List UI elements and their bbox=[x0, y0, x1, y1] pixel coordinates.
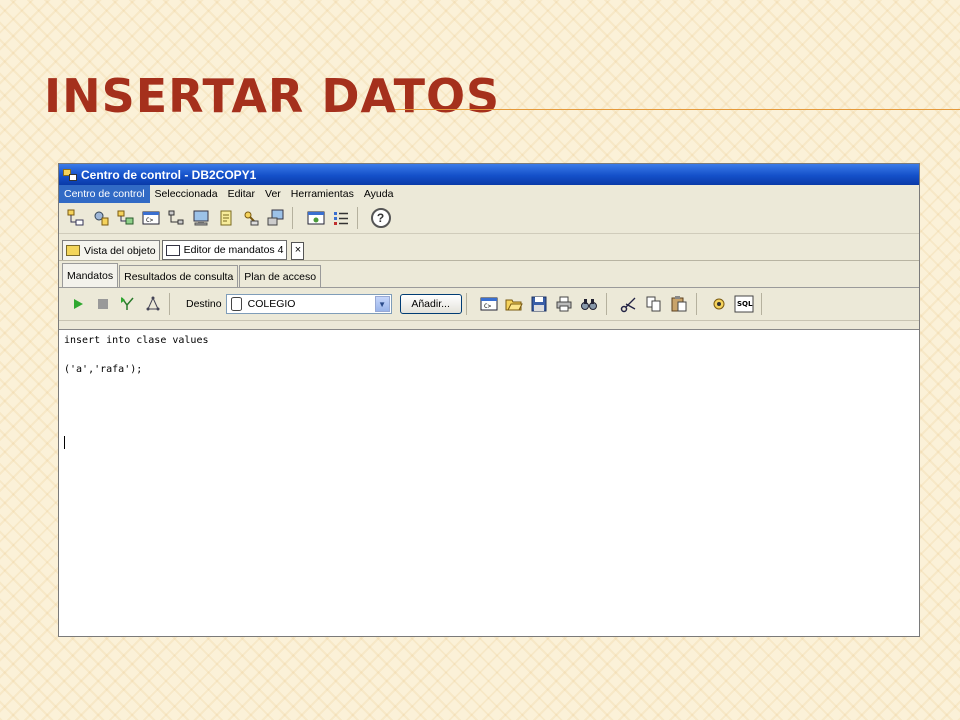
sql-assist-icon[interactable]: SQL bbox=[734, 294, 754, 314]
access-plan-icon[interactable] bbox=[143, 294, 163, 314]
db2-app-icon bbox=[63, 168, 77, 181]
object-tree-icon[interactable] bbox=[66, 208, 86, 228]
monitor-icon[interactable] bbox=[191, 208, 211, 228]
print-icon[interactable] bbox=[554, 294, 574, 314]
license-icon[interactable] bbox=[241, 208, 261, 228]
menu-bar: Centro de control Seleccionada Editar Ve… bbox=[59, 185, 919, 203]
save-icon[interactable] bbox=[529, 294, 549, 314]
menu-selected[interactable]: Seleccionada bbox=[150, 185, 223, 203]
run-icon[interactable] bbox=[68, 294, 88, 314]
stop-icon[interactable] bbox=[93, 294, 113, 314]
menu-view[interactable]: Ver bbox=[260, 185, 286, 203]
settings-icon[interactable] bbox=[709, 294, 729, 314]
window-titlebar[interactable]: Centro de control - DB2COPY1 bbox=[59, 164, 919, 185]
add-button[interactable]: Añadir... bbox=[399, 294, 462, 314]
tab-access-plan[interactable]: Plan de acceso bbox=[239, 265, 322, 287]
text-caret bbox=[64, 436, 65, 449]
tab-object-view[interactable]: Vista del objeto bbox=[62, 240, 160, 260]
toolbar-separator bbox=[357, 207, 364, 229]
window-title: Centro de control - DB2COPY1 bbox=[81, 167, 257, 182]
menu-control-center[interactable]: Centro de control bbox=[59, 185, 150, 203]
close-tab-button[interactable]: × bbox=[291, 242, 305, 260]
command-toolbar: Destino COLEGIO ▼ Añadir... C> SQL bbox=[59, 288, 919, 321]
systems-icon[interactable] bbox=[116, 208, 136, 228]
clear-icon[interactable]: C> bbox=[479, 294, 499, 314]
sql-badge-text: SQL bbox=[737, 300, 753, 308]
menu-help[interactable]: Ayuda bbox=[359, 185, 399, 203]
folder-icon bbox=[66, 245, 80, 256]
editor-line-1: insert into clase values bbox=[64, 335, 209, 346]
explain-icon[interactable] bbox=[118, 294, 138, 314]
tab-commands[interactable]: Mandatos bbox=[62, 263, 119, 287]
toolbar-separator bbox=[695, 293, 703, 315]
target-dropdown[interactable]: COLEGIO ▼ bbox=[225, 294, 392, 314]
database-icon bbox=[230, 297, 242, 311]
help-icon: ? bbox=[370, 208, 391, 228]
tools-settings-icon[interactable] bbox=[91, 208, 111, 228]
editor-sub-tabs: Mandatos Resultados de consulta Plan de … bbox=[59, 261, 919, 288]
toolbar-separator bbox=[169, 293, 176, 315]
computer-icon[interactable] bbox=[266, 208, 286, 228]
help-button[interactable]: ? bbox=[370, 208, 391, 228]
document-tabs: Vista del objeto Editor de mandatos 4 × bbox=[59, 234, 919, 261]
tab-command-editor[interactable]: Editor de mandatos 4 bbox=[161, 240, 288, 260]
tab-object-view-label: Vista del objeto bbox=[84, 244, 156, 257]
journal-icon[interactable] bbox=[216, 208, 236, 228]
toolbar-separator bbox=[605, 293, 613, 315]
target-value: COLEGIO bbox=[247, 298, 296, 310]
open-icon[interactable] bbox=[504, 294, 524, 314]
svg-text:C>: C> bbox=[146, 217, 154, 224]
paste-icon[interactable] bbox=[669, 294, 689, 314]
task-icon[interactable] bbox=[306, 208, 326, 228]
tab-command-editor-label: Editor de mandatos 4 bbox=[183, 244, 284, 256]
slide-title: INSERTAR DATOS bbox=[44, 69, 501, 123]
network-icon[interactable] bbox=[166, 208, 186, 228]
command-editor-area[interactable]: insert into clase values ('a','rafa'); bbox=[59, 329, 919, 636]
command-window-icon bbox=[165, 244, 180, 256]
title-underline bbox=[395, 109, 960, 110]
menu-edit[interactable]: Editar bbox=[223, 185, 260, 203]
find-icon[interactable] bbox=[579, 294, 599, 314]
toolbar-separator bbox=[465, 293, 473, 315]
tab-query-results[interactable]: Resultados de consulta bbox=[119, 265, 239, 287]
command-window-icon[interactable]: C> bbox=[141, 208, 161, 228]
toolbar-separator bbox=[760, 293, 768, 315]
list-icon[interactable] bbox=[331, 208, 351, 228]
cut-icon[interactable] bbox=[619, 294, 639, 314]
control-center-window: Centro de control - DB2COPY1 Centro de c… bbox=[58, 163, 920, 637]
svg-text:C>: C> bbox=[484, 303, 492, 310]
chevron-down-icon[interactable]: ▼ bbox=[374, 296, 390, 312]
target-label: Destino bbox=[186, 298, 222, 310]
main-toolbar: C> ? bbox=[59, 203, 919, 234]
editor-line-2: ('a','rafa'); bbox=[64, 364, 143, 375]
copy-icon[interactable] bbox=[644, 294, 664, 314]
menu-tools[interactable]: Herramientas bbox=[286, 185, 359, 203]
toolbar-separator bbox=[292, 207, 299, 229]
